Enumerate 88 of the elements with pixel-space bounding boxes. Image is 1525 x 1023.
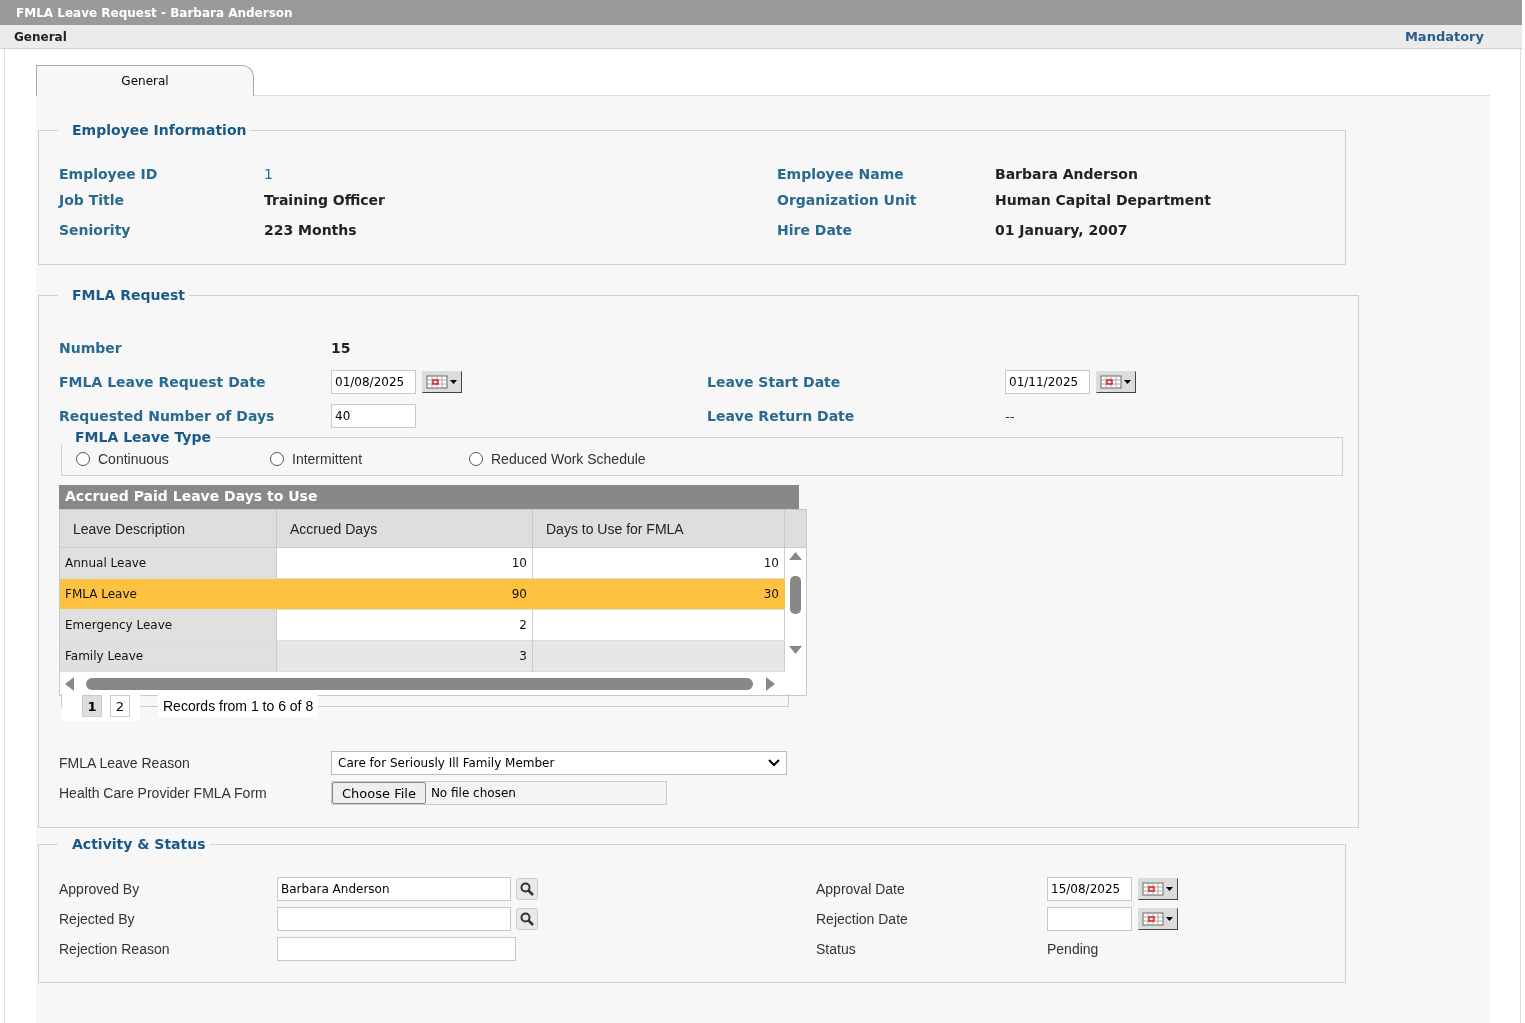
lookup-field[interactable] — [277, 907, 511, 931]
field-value: -- — [1005, 408, 1015, 424]
column-header[interactable]: Accrued Days — [277, 510, 533, 547]
calendar-icon — [1141, 881, 1175, 897]
page-button[interactable]: 2 — [110, 695, 130, 717]
field-label: Rejection Date — [816, 911, 909, 927]
table-cell: 90 — [277, 579, 533, 610]
calendar-button[interactable] — [1096, 371, 1136, 393]
field-label: Hire Date — [777, 222, 854, 238]
field-label: Leave Return Date — [707, 408, 856, 424]
table-cell: 2 — [277, 610, 533, 641]
tab[interactable]: General — [36, 65, 254, 96]
field-value: Barbara Anderson — [995, 166, 1139, 182]
column-header[interactable]: Leave Description — [60, 510, 277, 547]
field-label: Job Title — [59, 192, 126, 208]
group-title: Employee Information — [71, 122, 248, 138]
radio-label: Continuous — [98, 451, 169, 467]
field-label: Health Care Provider FMLA Form — [59, 785, 268, 801]
field-value: 15 — [331, 340, 351, 356]
table-row[interactable]: FMLA Leave 90 30 — [60, 579, 785, 610]
section-title: General — [14, 29, 67, 44]
table-cell: 30 — [533, 579, 785, 610]
date-field[interactable]: 01/08/2025 — [331, 370, 416, 394]
records-count: Records from 1 to 6 of 8 — [158, 695, 319, 717]
field-label: Rejected By — [59, 911, 136, 927]
field-label: Rejection Reason — [59, 941, 171, 957]
input-field[interactable] — [277, 937, 516, 961]
choose-file-button[interactable]: Choose File — [332, 782, 426, 804]
file-status: No file chosen — [430, 786, 516, 800]
reason-dropdown[interactable]: Care for Seriously Ill Family Member — [331, 751, 787, 775]
field-value: Pending — [1047, 941, 1099, 957]
radio-label: Reduced Work Schedule — [491, 451, 646, 467]
table-cell: Family Leave — [60, 641, 277, 672]
field-value: Training Officer — [264, 192, 386, 208]
group-title: FMLA Leave Type — [74, 429, 212, 445]
radio-button[interactable] — [76, 452, 90, 466]
table-cell: FMLA Leave — [60, 579, 277, 610]
field-label: FMLA Leave Request Date — [59, 374, 267, 390]
field-value: Human Capital Department — [995, 192, 1212, 208]
field-label: FMLA Leave Reason — [59, 755, 191, 771]
input-field[interactable]: 40 — [331, 404, 416, 428]
table-row[interactable]: Annual Leave 10 10 — [60, 548, 785, 579]
date-field[interactable] — [1047, 907, 1132, 931]
table-cell: 10 — [277, 548, 533, 579]
calendar-button[interactable] — [1138, 908, 1178, 930]
lookup-field[interactable]: Barbara Anderson — [277, 877, 511, 901]
search-icon — [520, 912, 534, 926]
field-value: 01 January, 2007 — [995, 222, 1129, 238]
window-title: FMLA Leave Request - Barbara Anderson — [16, 5, 293, 20]
field-label: Number — [59, 340, 123, 356]
file-field[interactable]: Choose File No file chosen — [331, 781, 667, 805]
table-cell: 10 — [533, 548, 785, 579]
search-button[interactable] — [516, 908, 538, 930]
group-title: FMLA Request — [71, 287, 186, 303]
calendar-icon — [425, 374, 459, 390]
table-cell: Emergency Leave — [60, 610, 277, 641]
calendar-button[interactable] — [422, 371, 462, 393]
field-label: Organization Unit — [777, 192, 918, 208]
table-title: Accrued Paid Leave Days to Use — [59, 485, 799, 509]
date-field[interactable]: 01/11/2025 — [1005, 370, 1090, 394]
calendar-icon — [1141, 911, 1175, 927]
field-value: 1 — [264, 166, 274, 182]
field-label: Seniority — [59, 222, 132, 238]
radio-button[interactable] — [270, 452, 284, 466]
field-value: 223 Months — [264, 222, 358, 238]
radio-button[interactable] — [469, 452, 483, 466]
field-label: Leave Start Date — [707, 374, 842, 390]
search-icon — [520, 882, 534, 896]
field-label: Employee ID — [59, 166, 159, 182]
table-row[interactable]: Family Leave 3 — [60, 641, 785, 672]
field-label: Approval Date — [816, 881, 906, 897]
page-button[interactable]: 1 — [82, 695, 102, 717]
field-label: Approved By — [59, 881, 141, 897]
mandatory-link[interactable]: Mandatory — [1404, 29, 1484, 44]
field-label: Status — [816, 941, 857, 957]
radio-label: Intermittent — [292, 451, 363, 467]
calendar-button[interactable] — [1138, 878, 1178, 900]
table-cell: 3 — [277, 641, 533, 672]
date-field[interactable]: 15/08/2025 — [1047, 877, 1132, 901]
column-header[interactable]: Days to Use for FMLA — [533, 510, 785, 547]
calendar-icon — [1099, 374, 1133, 390]
table-row[interactable]: Emergency Leave 2 — [60, 610, 785, 641]
chevron-down-icon — [768, 759, 780, 767]
field-label: Requested Number of Days — [59, 408, 276, 424]
field-label: Employee Name — [777, 166, 905, 182]
search-button[interactable] — [516, 878, 538, 900]
table-cell: Annual Leave — [60, 548, 277, 579]
group-title: Activity & Status — [71, 836, 207, 852]
